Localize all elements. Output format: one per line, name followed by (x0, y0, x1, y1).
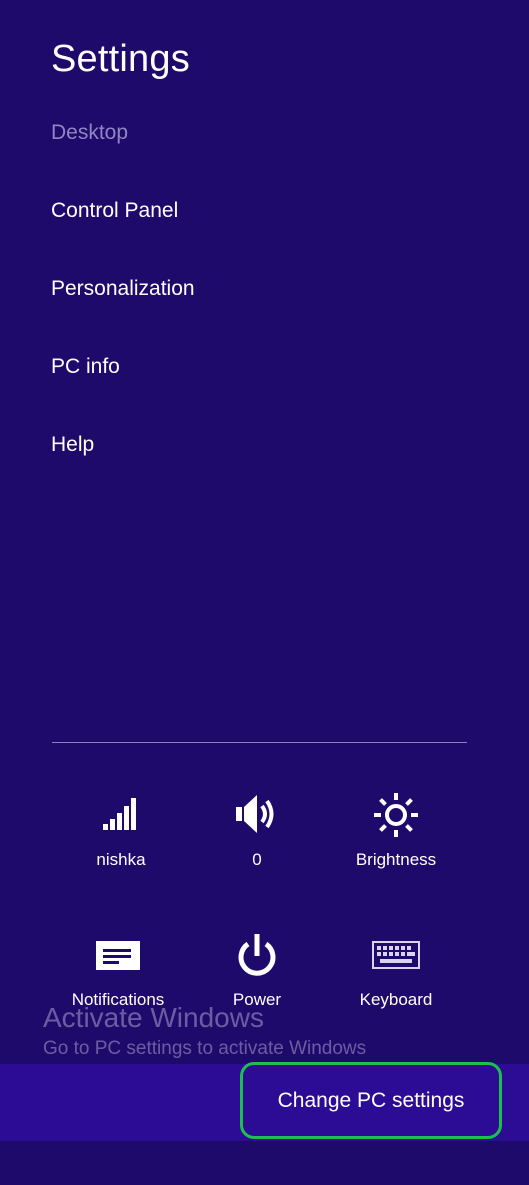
watermark-subtitle: Go to PC settings to activate Windows (43, 1038, 367, 1059)
watermark-title: Activate Windows (43, 1002, 264, 1033)
change-pc-settings-label: Change PC settings (277, 1088, 465, 1112)
brightness-tile[interactable]: Brightness (326, 790, 466, 900)
menu-item-control-panel[interactable]: Control Panel (51, 199, 178, 223)
power-icon (238, 934, 276, 976)
menu-item-help[interactable]: Help (51, 433, 94, 457)
volume-tile[interactable]: 0 (187, 790, 327, 900)
activate-windows-watermark: Activate Windows Go to PC settings to ac… (43, 1002, 366, 1060)
menu-item-personalization[interactable]: Personalization (51, 277, 195, 301)
network-label: nishka (96, 850, 146, 869)
divider (52, 742, 467, 743)
page-title: Settings (51, 38, 190, 80)
menu-item-pc-info[interactable]: PC info (51, 355, 120, 379)
network-tile[interactable]: nishka (51, 790, 191, 900)
volume-label: 0 (252, 850, 262, 869)
change-pc-settings-button[interactable]: Change PC settings (240, 1062, 502, 1139)
menu-item-desktop: Desktop (51, 121, 129, 144)
brightness-label: Brightness (355, 850, 437, 869)
sun-icon (374, 793, 418, 837)
keyboard-icon (372, 941, 420, 969)
notifications-icon (96, 941, 140, 970)
signal-bars-icon (103, 798, 136, 830)
speaker-icon (236, 795, 274, 833)
